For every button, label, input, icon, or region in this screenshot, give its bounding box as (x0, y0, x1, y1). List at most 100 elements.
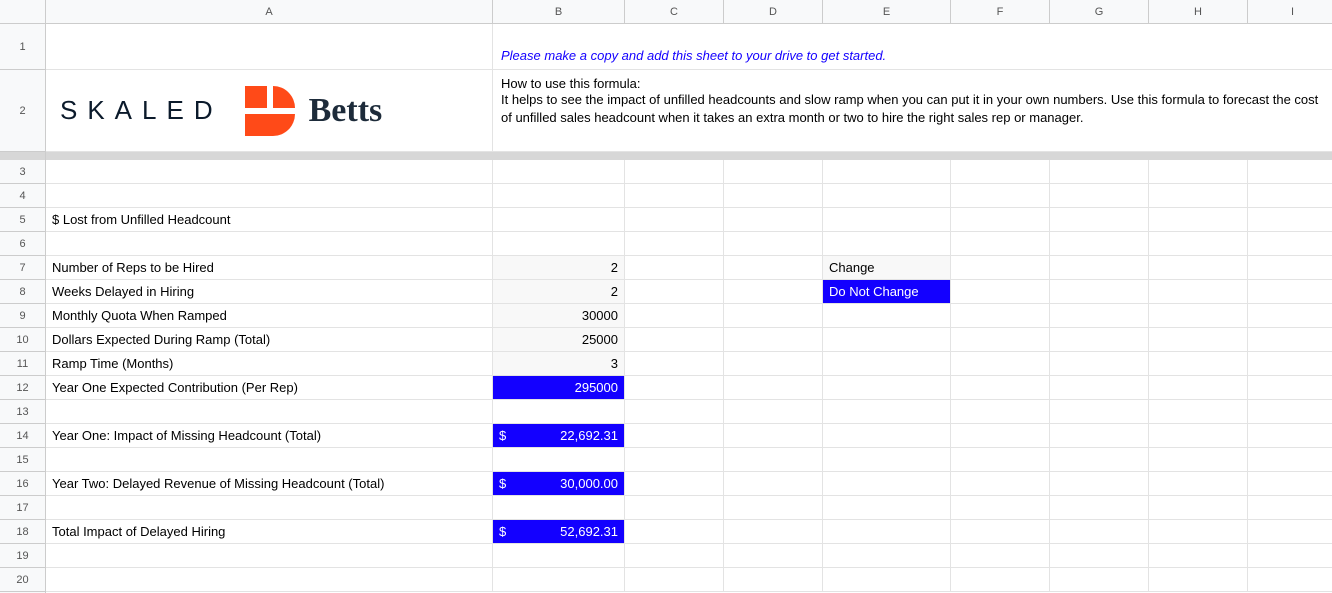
cell-G12[interactable] (1050, 376, 1149, 399)
cell-A12[interactable]: Year One Expected Contribution (Per Rep) (46, 376, 493, 399)
cell-B8[interactable]: 2 (493, 280, 625, 303)
cell-G10[interactable] (1050, 328, 1149, 351)
cell-G8[interactable] (1050, 280, 1149, 303)
cell-H11[interactable] (1149, 352, 1248, 375)
cell-D12[interactable] (724, 376, 823, 399)
cell-H8[interactable] (1149, 280, 1248, 303)
col-header-A[interactable]: A (46, 0, 493, 23)
cell-F3[interactable] (951, 160, 1050, 183)
cell-I10[interactable] (1248, 328, 1332, 351)
cell-G15[interactable] (1050, 448, 1149, 471)
cell-A1[interactable] (46, 24, 493, 69)
cell-H20[interactable] (1149, 568, 1248, 591)
cell-A9[interactable]: Monthly Quota When Ramped (46, 304, 493, 327)
cell-I18[interactable] (1248, 520, 1332, 543)
row-header-17[interactable]: 17 (0, 496, 45, 520)
cell-D10[interactable] (724, 328, 823, 351)
cell-A10[interactable]: Dollars Expected During Ramp (Total) (46, 328, 493, 351)
cell-G14[interactable] (1050, 424, 1149, 447)
cell-C6[interactable] (625, 232, 724, 255)
cell-A15[interactable] (46, 448, 493, 471)
cell-D6[interactable] (724, 232, 823, 255)
cell-C19[interactable] (625, 544, 724, 567)
cell-A8[interactable]: Weeks Delayed in Hiring (46, 280, 493, 303)
cell-G18[interactable] (1050, 520, 1149, 543)
cell-H5[interactable] (1149, 208, 1248, 231)
cell-E5[interactable] (823, 208, 951, 231)
row-header-4[interactable]: 4 (0, 184, 45, 208)
cell-H3[interactable] (1149, 160, 1248, 183)
cell-E4[interactable] (823, 184, 951, 207)
cell-D15[interactable] (724, 448, 823, 471)
cell-E3[interactable] (823, 160, 951, 183)
cell-H6[interactable] (1149, 232, 1248, 255)
row-header-10[interactable]: 10 (0, 328, 45, 352)
cell-C5[interactable] (625, 208, 724, 231)
cell-B20[interactable] (493, 568, 625, 591)
cell-D20[interactable] (724, 568, 823, 591)
row-header-3[interactable]: 3 (0, 160, 45, 184)
cell-F16[interactable] (951, 472, 1050, 495)
row-header-16[interactable]: 16 (0, 472, 45, 496)
cell-F17[interactable] (951, 496, 1050, 519)
cell-I14[interactable] (1248, 424, 1332, 447)
cell-F20[interactable] (951, 568, 1050, 591)
cell-H10[interactable] (1149, 328, 1248, 351)
cell-I15[interactable] (1248, 448, 1332, 471)
cell-H16[interactable] (1149, 472, 1248, 495)
cell-E17[interactable] (823, 496, 951, 519)
cell-E12[interactable] (823, 376, 951, 399)
cell-A17[interactable] (46, 496, 493, 519)
cell-E16[interactable] (823, 472, 951, 495)
cell-F11[interactable] (951, 352, 1050, 375)
cell-B3[interactable] (493, 160, 625, 183)
row-header-20[interactable]: 20 (0, 568, 45, 592)
cell-D4[interactable] (724, 184, 823, 207)
cell-F4[interactable] (951, 184, 1050, 207)
cell-E9[interactable] (823, 304, 951, 327)
cell-D14[interactable] (724, 424, 823, 447)
cell-G19[interactable] (1050, 544, 1149, 567)
cell-D7[interactable] (724, 256, 823, 279)
row-header-11[interactable]: 11 (0, 352, 45, 376)
cell-D19[interactable] (724, 544, 823, 567)
cell-C7[interactable] (625, 256, 724, 279)
cell-A19[interactable] (46, 544, 493, 567)
row-header-9[interactable]: 9 (0, 304, 45, 328)
cell-C17[interactable] (625, 496, 724, 519)
cell-I5[interactable] (1248, 208, 1332, 231)
cell-D9[interactable] (724, 304, 823, 327)
row-header-15[interactable]: 15 (0, 448, 45, 472)
cell-I16[interactable] (1248, 472, 1332, 495)
cell-F13[interactable] (951, 400, 1050, 423)
cell-C15[interactable] (625, 448, 724, 471)
cell-C20[interactable] (625, 568, 724, 591)
cell-I3[interactable] (1248, 160, 1332, 183)
cell-H12[interactable] (1149, 376, 1248, 399)
row-header-7[interactable]: 7 (0, 256, 45, 280)
col-header-F[interactable]: F (951, 0, 1050, 23)
cell-E7[interactable]: Change (823, 256, 951, 279)
cell-F10[interactable] (951, 328, 1050, 351)
row-header-13[interactable]: 13 (0, 400, 45, 424)
cell-I19[interactable] (1248, 544, 1332, 567)
cell-C4[interactable] (625, 184, 724, 207)
cell-C9[interactable] (625, 304, 724, 327)
cell-D13[interactable] (724, 400, 823, 423)
col-header-D[interactable]: D (724, 0, 823, 23)
cell-F15[interactable] (951, 448, 1050, 471)
cell-A16[interactable]: Year Two: Delayed Revenue of Missing Hea… (46, 472, 493, 495)
cell-H4[interactable] (1149, 184, 1248, 207)
cell-B2-merged[interactable]: How to use this formula: It helps to see… (493, 70, 1332, 151)
cell-D17[interactable] (724, 496, 823, 519)
cell-B7[interactable]: 2 (493, 256, 625, 279)
col-header-G[interactable]: G (1050, 0, 1149, 23)
row-header-6[interactable]: 6 (0, 232, 45, 256)
cell-B10[interactable]: 25000 (493, 328, 625, 351)
cell-B6[interactable] (493, 232, 625, 255)
cell-G13[interactable] (1050, 400, 1149, 423)
col-header-C[interactable]: C (625, 0, 724, 23)
cell-A6[interactable] (46, 232, 493, 255)
cell-I9[interactable] (1248, 304, 1332, 327)
cell-A20[interactable] (46, 568, 493, 591)
